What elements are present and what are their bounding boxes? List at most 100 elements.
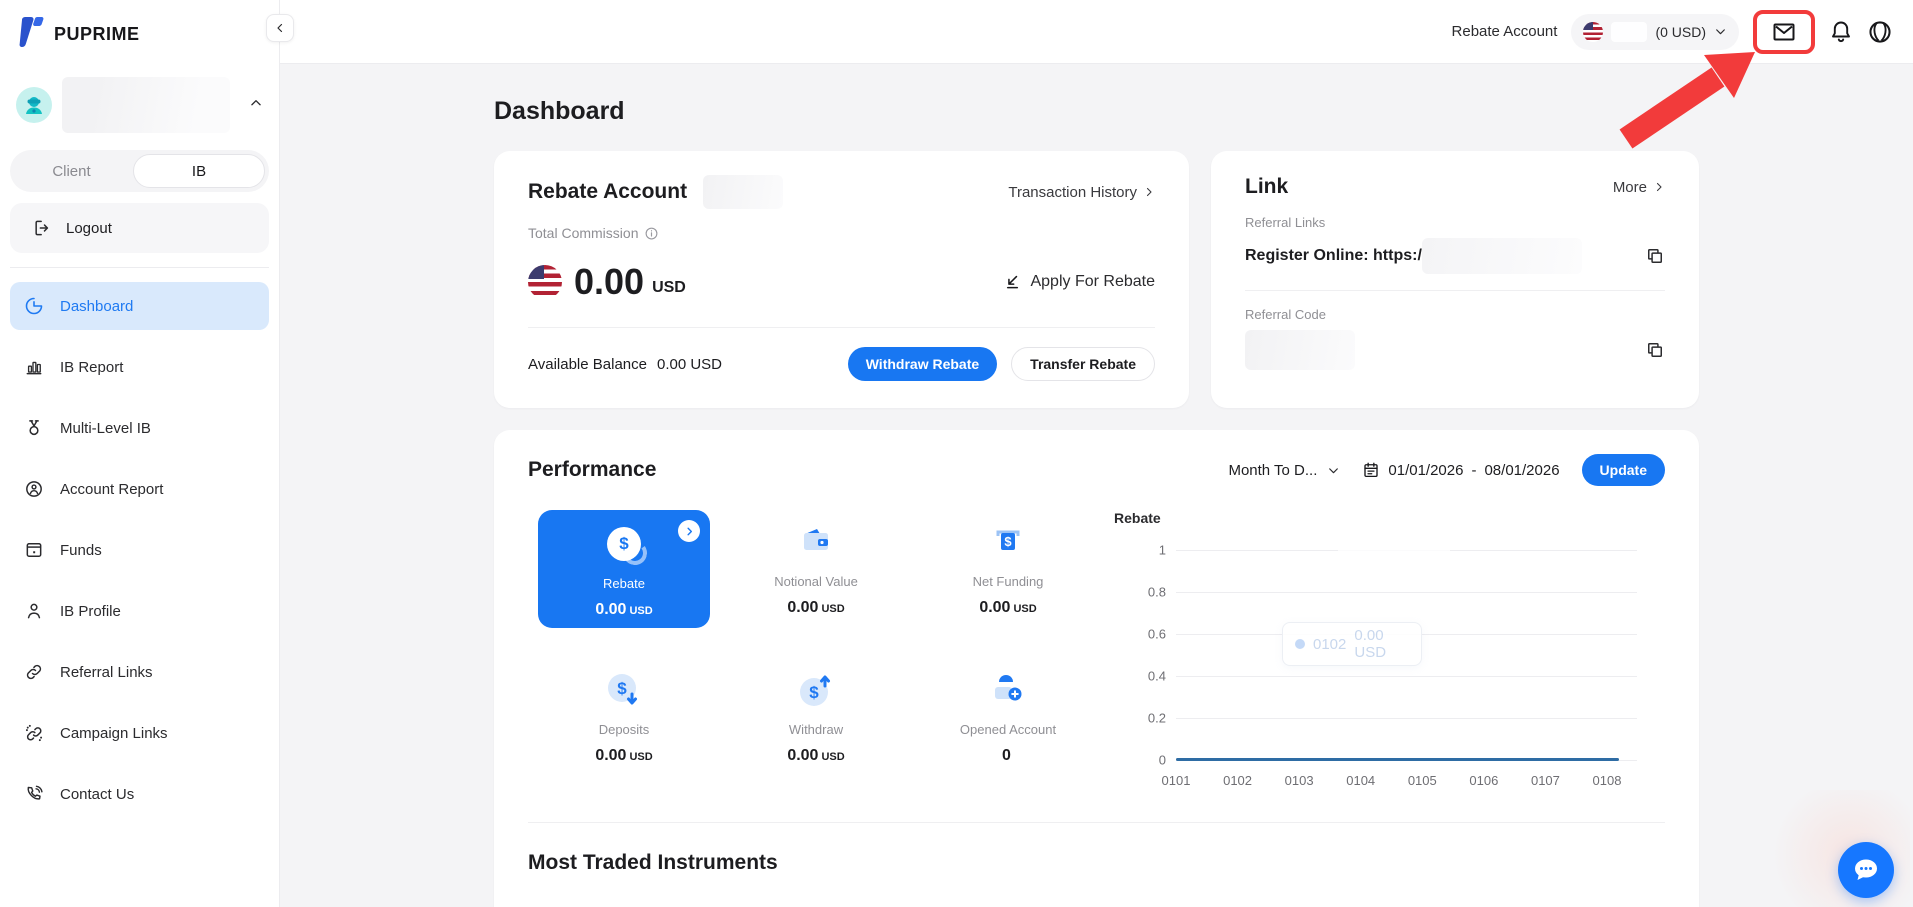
chart-title: Rebate [1114, 510, 1161, 526]
account-name-redacted [62, 77, 230, 133]
phone-icon [27, 785, 43, 800]
sidebar-item-label: IB Profile [60, 602, 121, 620]
sidebar-item-label: Referral Links [60, 663, 153, 681]
sidebar-item-multi-level-ib[interactable]: Multi-Level IB [10, 404, 269, 452]
puprime-logo-icon [16, 16, 46, 53]
dollar-down-icon: $ [602, 668, 646, 712]
tile-rebate[interactable]: $ Rebate 0.00 USD [528, 510, 720, 658]
chart-redacted-area [1338, 512, 1450, 592]
sidebar-item-ib-report[interactable]: IB Report [10, 343, 269, 391]
sidebar-item-contact-us[interactable]: Contact Us [10, 770, 269, 818]
sidebar-item-funds[interactable]: Funds [10, 526, 269, 574]
sidebar-collapse-button[interactable] [266, 14, 294, 42]
chart-tooltip: 0102 0.00 USD [1282, 622, 1422, 666]
account-type-label: Rebate Account [1451, 23, 1558, 40]
sidebar-item-label: Account Report [60, 480, 164, 498]
tile-value: 0.00 [787, 747, 819, 764]
sidebar-item-account-report[interactable]: Account Report [10, 465, 269, 513]
tile-net-funding[interactable]: $ Net Funding 0.00 USD [912, 510, 1104, 658]
chat-bubble-icon [1855, 859, 1877, 880]
x-axis-tick-label: 0106 [1469, 773, 1499, 788]
referral-code-label: Referral Code [1245, 307, 1326, 322]
date-range-select[interactable]: Month To D... [1228, 462, 1340, 479]
toggle-ib[interactable]: IB [133, 154, 265, 188]
language-button[interactable] [1867, 19, 1893, 45]
mail-button[interactable] [1753, 9, 1815, 54]
link-card-title: Link [1245, 175, 1289, 198]
page-title: Dashboard [494, 97, 625, 125]
person-circle-icon [26, 481, 42, 497]
person-plus-icon [986, 668, 1030, 712]
tile-label: Rebate [603, 576, 645, 591]
chevron-right-icon[interactable] [678, 520, 700, 542]
chat-glow [1760, 790, 1910, 907]
info-icon[interactable] [644, 226, 659, 241]
sidebar-item-dashboard[interactable]: Dashboard [10, 282, 269, 330]
account-number-redacted [1611, 21, 1648, 42]
copy-referral-link-button[interactable] [1645, 246, 1665, 266]
tile-notional-value[interactable]: Notional Value 0.00 USD [720, 510, 912, 658]
tile-label: Withdraw [788, 722, 844, 737]
date-to: 08/01/2026 [1484, 461, 1560, 479]
chat-button[interactable] [1838, 842, 1894, 898]
dollar-box-icon: $ [988, 520, 1028, 564]
calendar-icon [1364, 462, 1379, 478]
apply-for-rebate-link[interactable]: Apply For Rebate [1003, 273, 1155, 292]
copy-referral-code-button[interactable] [1645, 340, 1665, 360]
referral-code-redacted [1245, 330, 1355, 370]
tooltip-value: 0.00 USD [1354, 627, 1387, 661]
update-button[interactable]: Update [1581, 454, 1665, 486]
link-card: Link More Referral Links Register Online… [1211, 151, 1699, 408]
svg-text:$: $ [1004, 534, 1012, 549]
transaction-history-label: Transaction History [1008, 183, 1137, 201]
toggle-client[interactable]: Client [10, 163, 133, 180]
chevron-left-icon [277, 23, 283, 33]
transfer-rebate-button[interactable]: Transfer Rebate [1011, 347, 1155, 381]
date-range-picker[interactable]: 01/01/2026 - 08/01/2026 [1362, 461, 1560, 479]
sidebar-item-referral-links[interactable]: Referral Links [10, 648, 269, 696]
tile-deposits[interactable]: $ Deposits 0.00 USD [528, 658, 720, 806]
sidebar-item-ib-profile[interactable]: IB Profile [10, 587, 269, 635]
x-axis-tick-label: 0105 [1407, 773, 1437, 788]
referral-links-label: Referral Links [1245, 215, 1326, 230]
transaction-history-link[interactable]: Transaction History [1008, 184, 1155, 201]
tile-opened-account[interactable]: Opened Account 0 [912, 658, 1104, 806]
tile-value: 0.00 [787, 599, 819, 616]
bar-chart-icon [26, 361, 42, 375]
withdraw-rebate-button[interactable]: Withdraw Rebate [847, 347, 998, 381]
tile-value: 0.00 [595, 747, 627, 764]
chart-gridline [1176, 718, 1637, 719]
sidebar-item-label: Campaign Links [60, 724, 168, 742]
tile-unit: USD [821, 603, 845, 615]
y-axis-tick-label: 0.2 [1147, 710, 1166, 726]
tile-value: 0.00 [979, 599, 1011, 616]
mail-icon [1773, 23, 1795, 40]
sidebar-divider [10, 267, 269, 268]
chart-gridline [1176, 676, 1637, 677]
profile-row[interactable] [0, 76, 279, 134]
campaign-link-icon [25, 724, 43, 742]
us-flag-icon [528, 265, 562, 299]
x-axis-tick-label: 0108 [1592, 773, 1622, 788]
tile-value: 0 [1002, 747, 1011, 764]
tile-label: Opened Account [959, 722, 1057, 737]
sidebar-item-label: Contact Us [60, 785, 135, 803]
card-divider [528, 822, 1665, 823]
notifications-button[interactable] [1829, 19, 1853, 45]
account-selector[interactable]: (0 USD) [1571, 13, 1739, 50]
chevron-right-icon [1146, 187, 1152, 197]
sidebar-item-label: Multi-Level IB [60, 419, 151, 437]
sidebar-item-campaign-links[interactable]: Campaign Links [10, 709, 269, 757]
chevron-up-icon[interactable] [249, 96, 263, 115]
apply-for-rebate-label: Apply For Rebate [1030, 273, 1155, 290]
performance-card: Performance Month To D... 01/01/2026 - 0… [494, 430, 1699, 907]
person-icon [27, 603, 41, 619]
sidebar-item-label: Funds [60, 541, 102, 559]
tile-withdraw[interactable]: $ Withdraw 0.00 USD [720, 658, 912, 806]
sidebar-item-label: Dashboard [60, 297, 134, 315]
tile-label: Deposits [598, 722, 650, 737]
dollar-up-icon: $ [794, 668, 838, 712]
logout-button[interactable]: Logout [10, 203, 269, 253]
more-link[interactable]: More [1613, 179, 1665, 196]
tile-value: 0.00 [595, 601, 627, 618]
